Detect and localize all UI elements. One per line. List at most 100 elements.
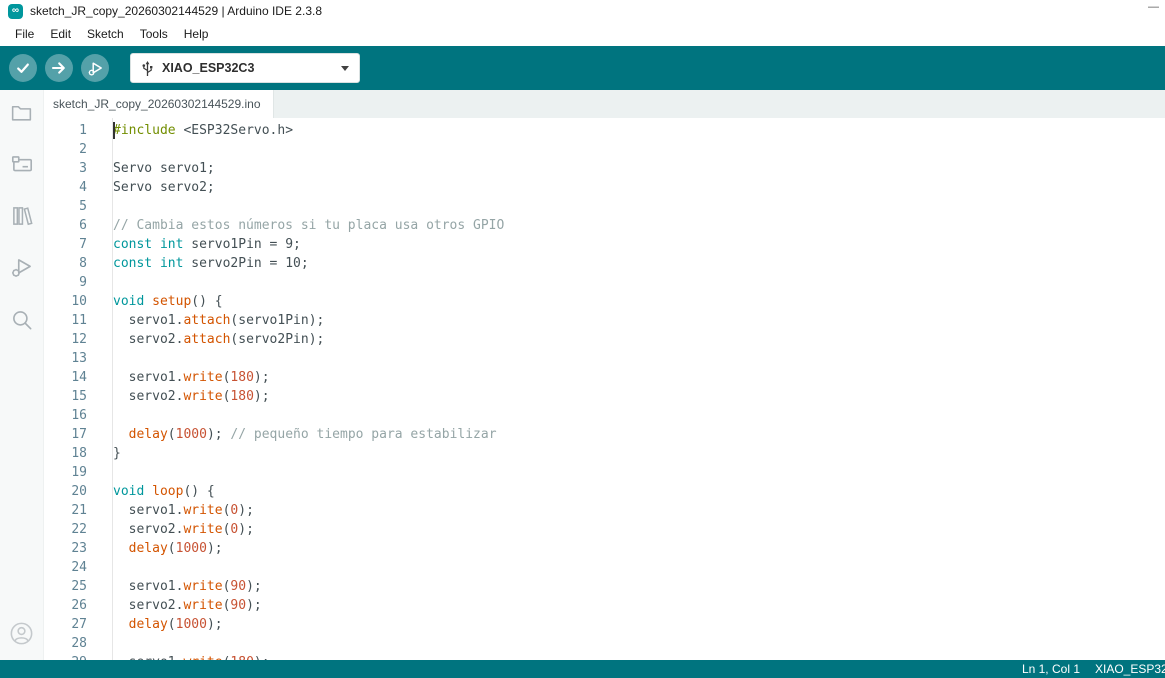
line-number: 5 bbox=[44, 197, 112, 216]
line-number: 6 bbox=[44, 216, 112, 235]
sidebar-item-boards-manager[interactable] bbox=[6, 150, 38, 178]
chevron-down-icon bbox=[341, 66, 349, 71]
person-icon bbox=[8, 620, 35, 647]
window-title: sketch_JR_copy_20260302144529 | Arduino … bbox=[30, 4, 322, 18]
check-icon bbox=[15, 60, 31, 76]
line-number: 28 bbox=[44, 634, 112, 653]
code-line[interactable]: 6// Cambia estos números si tu placa usa… bbox=[44, 216, 1165, 235]
code-line[interactable]: 14 servo1.write(180); bbox=[44, 368, 1165, 387]
upload-button[interactable] bbox=[45, 54, 73, 82]
code-line[interactable]: 23 delay(1000); bbox=[44, 539, 1165, 558]
menu-item-help[interactable]: Help bbox=[176, 24, 217, 44]
menu-item-tools[interactable]: Tools bbox=[132, 24, 176, 44]
line-number: 17 bbox=[44, 425, 112, 444]
line-number: 11 bbox=[44, 311, 112, 330]
folder-icon bbox=[9, 100, 34, 125]
line-number: 14 bbox=[44, 368, 112, 387]
debug-play-gear-icon bbox=[87, 60, 104, 77]
code-line[interactable]: 16 bbox=[44, 406, 1165, 425]
line-number: 24 bbox=[44, 558, 112, 577]
code-text: servo2.attach(servo2Pin); bbox=[112, 330, 324, 349]
code-line[interactable]: 27 delay(1000); bbox=[44, 615, 1165, 634]
line-number: 27 bbox=[44, 615, 112, 634]
code-text: servo1.write(90); bbox=[112, 577, 262, 596]
code-line[interactable]: 29 servo1.write(180); bbox=[44, 653, 1165, 660]
code-text: servo1.write(180); bbox=[112, 653, 270, 660]
sidebar-item-search[interactable] bbox=[6, 306, 38, 334]
board-selector-dropdown[interactable]: XIAO_ESP32C3 bbox=[130, 53, 360, 83]
code-line[interactable]: 12 servo2.attach(servo2Pin); bbox=[44, 330, 1165, 349]
code-line[interactable]: 13 bbox=[44, 349, 1165, 368]
line-number: 9 bbox=[44, 273, 112, 292]
code-line[interactable]: 19 bbox=[44, 463, 1165, 482]
sidebar-item-account[interactable] bbox=[6, 619, 38, 647]
code-line[interactable]: 21 servo1.write(0); bbox=[44, 501, 1165, 520]
menu-item-file[interactable]: File bbox=[7, 24, 42, 44]
code-text: servo2.write(0); bbox=[112, 520, 254, 539]
status-bar: Ln 1, Col 1 XIAO_ESP32C3 bbox=[0, 660, 1165, 678]
code-text: servo1.attach(servo1Pin); bbox=[112, 311, 324, 330]
code-line[interactable]: 3Servo servo1; bbox=[44, 159, 1165, 178]
code-text: servo2.write(180); bbox=[112, 387, 270, 406]
code-line[interactable]: 7const int servo1Pin = 9; bbox=[44, 235, 1165, 254]
tab-bar: sketch_JR_copy_20260302144529.ino bbox=[44, 90, 1165, 118]
tab-sketch-ino[interactable]: sketch_JR_copy_20260302144529.ino bbox=[44, 90, 274, 118]
code-line[interactable]: 17 delay(1000); // pequeño tiempo para e… bbox=[44, 425, 1165, 444]
line-number: 23 bbox=[44, 539, 112, 558]
activity-sidebar bbox=[0, 90, 44, 660]
editor-group: sketch_JR_copy_20260302144529.ino 1#incl… bbox=[44, 90, 1165, 660]
board-icon bbox=[9, 151, 35, 177]
titlebar: ∞ sketch_JR_copy_20260302144529 | Arduin… bbox=[0, 0, 1165, 22]
code-line[interactable]: 8const int servo2Pin = 10; bbox=[44, 254, 1165, 273]
code-line[interactable]: 5 bbox=[44, 197, 1165, 216]
minimize-button[interactable]: — bbox=[1148, 1, 1159, 13]
code-line[interactable]: 9 bbox=[44, 273, 1165, 292]
code-line[interactable]: 22 servo2.write(0); bbox=[44, 520, 1165, 539]
line-number: 16 bbox=[44, 406, 112, 425]
sidebar-item-library-manager[interactable] bbox=[6, 202, 38, 230]
code-line[interactable]: 26 servo2.write(90); bbox=[44, 596, 1165, 615]
code-line[interactable]: 25 servo1.write(90); bbox=[44, 577, 1165, 596]
line-number: 25 bbox=[44, 577, 112, 596]
search-icon bbox=[9, 307, 35, 333]
code-line[interactable]: 10void setup() { bbox=[44, 292, 1165, 311]
sidebar-item-sketchbook[interactable] bbox=[6, 98, 38, 126]
verify-button[interactable] bbox=[9, 54, 37, 82]
line-number: 29 bbox=[44, 653, 112, 660]
menu-item-edit[interactable]: Edit bbox=[42, 24, 79, 44]
sidebar-item-debug[interactable] bbox=[6, 254, 38, 282]
code-text: servo1.write(0); bbox=[112, 501, 254, 520]
line-number: 3 bbox=[44, 159, 112, 178]
code-line[interactable]: 24 bbox=[44, 558, 1165, 577]
line-number: 12 bbox=[44, 330, 112, 349]
menubar: File Edit Sketch Tools Help bbox=[0, 22, 1165, 46]
code-line[interactable]: 4Servo servo2; bbox=[44, 178, 1165, 197]
arduino-logo-icon: ∞ bbox=[8, 4, 23, 19]
line-number: 1 bbox=[44, 121, 112, 140]
code-text: // Cambia estos números si tu placa usa … bbox=[112, 216, 504, 235]
status-board-name[interactable]: XIAO_ESP32C3 bbox=[1095, 662, 1165, 676]
code-area[interactable]: 1#include <ESP32Servo.h>23Servo servo1;4… bbox=[44, 118, 1165, 660]
menu-item-sketch[interactable]: Sketch bbox=[79, 24, 132, 44]
code-line[interactable]: 28 bbox=[44, 634, 1165, 653]
code-text: delay(1000); // pequeño tiempo para esta… bbox=[112, 425, 497, 444]
code-line[interactable]: 20void loop() { bbox=[44, 482, 1165, 501]
code-line[interactable]: 11 servo1.attach(servo1Pin); bbox=[44, 311, 1165, 330]
right-arrow-icon bbox=[51, 60, 67, 76]
cursor-position-status[interactable]: Ln 1, Col 1 bbox=[1022, 662, 1080, 676]
line-number: 18 bbox=[44, 444, 112, 463]
code-text: void loop() { bbox=[112, 482, 215, 501]
code-text: } bbox=[112, 444, 121, 463]
line-number: 19 bbox=[44, 463, 112, 482]
line-number: 2 bbox=[44, 140, 112, 159]
code-line[interactable]: 18} bbox=[44, 444, 1165, 463]
code-text: const int servo1Pin = 9; bbox=[112, 235, 301, 254]
code-line[interactable]: 2 bbox=[44, 140, 1165, 159]
code-line[interactable]: 1#include <ESP32Servo.h> bbox=[44, 121, 1165, 140]
line-number: 7 bbox=[44, 235, 112, 254]
debug-button[interactable] bbox=[81, 54, 109, 82]
gutter-separator bbox=[112, 118, 113, 660]
code-text: void setup() { bbox=[112, 292, 223, 311]
code-line[interactable]: 15 servo2.write(180); bbox=[44, 387, 1165, 406]
toolbar: XIAO_ESP32C3 bbox=[0, 46, 1165, 90]
